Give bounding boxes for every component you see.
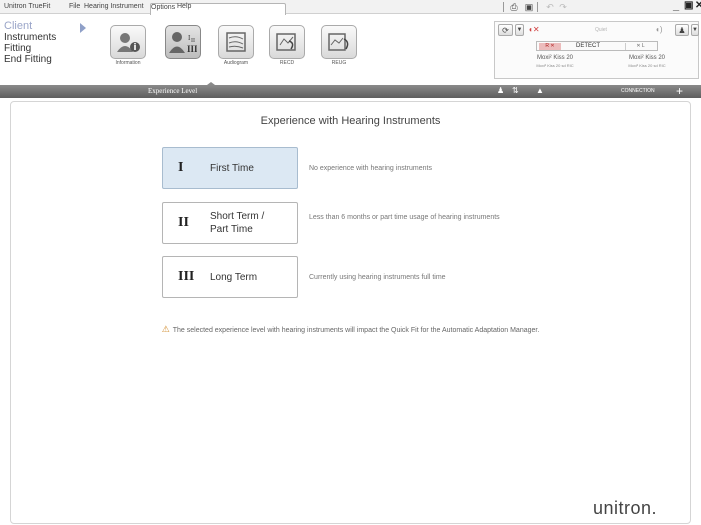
device-right: Moxi² Kiss 20 Moxi² Kiss 20 sd RIC — [607, 55, 687, 68]
device-left-model: Moxi² Kiss 20 sd RIC — [536, 63, 574, 68]
save-icon[interactable]: ▣ — [524, 2, 534, 12]
option-long-term[interactable]: III Long Term — [162, 256, 298, 298]
refresh-button[interactable]: ⟳ — [498, 24, 513, 36]
minimize-icon[interactable]: _ — [673, 0, 679, 12]
option-short-term[interactable]: II Short Term / Part Time — [162, 202, 298, 244]
right-ear-status-icon: ✕ L — [625, 43, 655, 50]
program-quiet-label: Quiet — [595, 27, 607, 33]
tool-experience-level[interactable]: I II III — [164, 25, 202, 65]
device-panel: ⟳ ▼ ◖✕ Quiet ◖) ♟ ▼ R ✕ DETECT ✕ L Moxi²… — [494, 21, 699, 79]
info-note: ⚠ The selected experience level with hear… — [11, 324, 690, 335]
tool-recd-label: RECD — [279, 60, 295, 66]
experience-level-icon: I II III — [165, 25, 201, 59]
device-right-name: Moxi² Kiss 20 — [628, 55, 665, 61]
device-right-model: Moxi² Kiss 20 sd RIC — [628, 63, 666, 68]
left-ear-status-icon: R ✕ — [539, 43, 561, 50]
tool-recd[interactable]: RECD — [268, 25, 306, 66]
chevron-down-icon[interactable]: ▼ — [691, 24, 699, 36]
person-icon[interactable]: ♟ — [497, 86, 504, 95]
device-left-name: Moxi² Kiss 20 — [536, 55, 573, 61]
option-label: Long Term — [210, 271, 258, 283]
tool-information-label: Information — [115, 60, 141, 66]
nav-arrow-icon — [80, 23, 86, 33]
svg-text:III: III — [187, 44, 197, 54]
close-icon[interactable]: ✕ — [695, 0, 701, 11]
tool-information[interactable]: Information — [109, 25, 147, 66]
option-first-time[interactable]: I First Time — [162, 147, 298, 189]
option-description: Currently using hearing instruments full… — [309, 274, 446, 281]
workflow-nav: Client Instruments Fitting End Fitting — [4, 21, 56, 66]
menu-hearing-instrument[interactable]: Hearing Instrument — [84, 3, 144, 10]
detect-bar: R ✕ DETECT ✕ L — [536, 41, 658, 51]
undo-icon[interactable]: ↶ — [545, 2, 555, 12]
app-title: Unitron TrueFit — [4, 3, 51, 10]
nav-fitting[interactable]: Fitting — [4, 43, 56, 54]
menu-help[interactable]: Help — [177, 3, 191, 10]
recd-icon — [269, 25, 305, 59]
warning-icon: ⚠ — [161, 324, 170, 334]
tool-reug-label: REUG — [331, 60, 347, 66]
user-switch-icon[interactable]: ⇅ — [512, 86, 519, 95]
audiogram-icon — [218, 25, 254, 59]
mute-icon[interactable]: ◖✕ — [528, 25, 540, 34]
redo-icon[interactable]: ↷ — [558, 2, 568, 12]
chevron-down-icon[interactable]: ▼ — [515, 24, 524, 36]
device-left: Moxi² Kiss 20 Moxi² Kiss 20 sd RIC — [515, 55, 595, 68]
add-icon[interactable]: + — [676, 84, 683, 98]
nav-end-fitting[interactable]: End Fitting — [4, 54, 56, 65]
page-title: Experience with Hearing Instruments — [260, 115, 441, 127]
numeral-two: II — [178, 215, 189, 230]
section-band: Experience Level ♟ ⇅ ▲ CONNECTION + — [0, 82, 701, 98]
menu-file[interactable]: File — [69, 3, 80, 10]
print-icon[interactable]: ⎙ — [509, 2, 519, 12]
detect-button[interactable]: DETECT — [576, 43, 600, 49]
menu-bar: Unitron TrueFit File Hearing Instrument … — [0, 0, 701, 45]
unitron-logo: unitron. — [593, 498, 658, 518]
numeral-three: III — [178, 269, 195, 284]
section-title: Experience Level — [148, 87, 198, 95]
numeral-one: I — [178, 160, 184, 175]
nav-instruments[interactable]: Instruments — [4, 32, 56, 43]
tool-audiogram[interactable]: Audiogram — [217, 25, 255, 66]
nav-client[interactable]: Client — [4, 21, 56, 32]
active-tool-pointer-icon — [207, 82, 215, 85]
header: Client Instruments Fitting End Fitting I… — [0, 15, 701, 85]
reug-icon — [321, 25, 357, 59]
info-note-text: The selected experience level with heari… — [172, 327, 540, 334]
restore-icon[interactable]: ▣ — [684, 0, 693, 11]
person-icon[interactable]: ♟ — [675, 24, 689, 36]
option-label: Short Term / Part Time — [210, 211, 265, 235]
separator — [503, 2, 504, 12]
device-controls: ⟳ ▼ ◖✕ Quiet ◖) ♟ ▼ — [495, 22, 700, 39]
volume-icon[interactable]: ◖) — [655, 25, 663, 34]
separator — [537, 2, 538, 12]
warning-icon[interactable]: ▲ — [536, 86, 544, 95]
tool-reug[interactable]: REUG — [320, 25, 358, 66]
main-panel: Experience with Hearing Instruments I Fi… — [10, 101, 691, 524]
option-label: First Time — [210, 162, 254, 174]
user-info-icon — [110, 25, 146, 59]
tool-audiogram-label: Audiogram — [223, 60, 249, 66]
connection-label[interactable]: CONNECTION — [621, 88, 655, 94]
option-description: No experience with hearing instruments — [309, 165, 432, 172]
option-description: Less than 6 months or part time usage of… — [309, 214, 500, 221]
